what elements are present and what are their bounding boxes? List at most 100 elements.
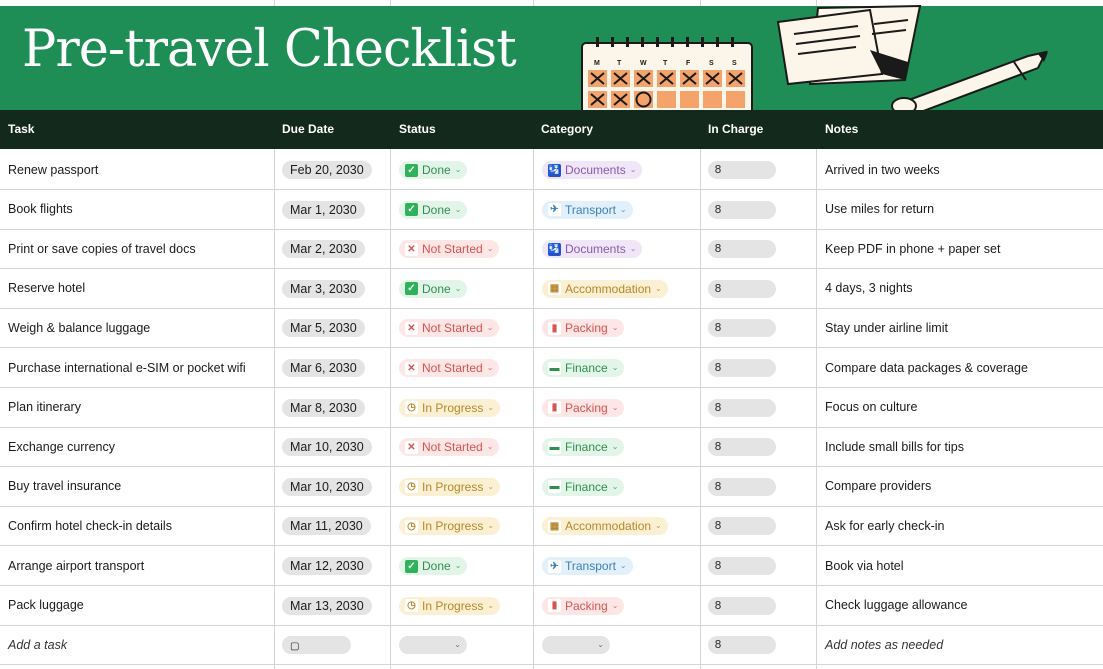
person-chip[interactable]: 8 bbox=[708, 279, 776, 298]
status-chip[interactable]: ✓ Done ⌄ bbox=[399, 161, 468, 179]
column-header-task[interactable]: Task bbox=[8, 110, 34, 149]
person-chip[interactable]: 8 bbox=[708, 438, 776, 457]
credit-card-icon: ▬ bbox=[548, 361, 561, 375]
table-row: Buy travel insurance Mar 10, 2030 ◷ In Prog… bbox=[0, 467, 1103, 507]
due-date-pill[interactable]: Mar 10, 2030 bbox=[282, 477, 372, 496]
due-date-pill[interactable]: Mar 10, 2030 bbox=[282, 438, 372, 457]
task-notes[interactable]: Compare providers bbox=[825, 467, 931, 506]
task-notes[interactable]: Use miles for return bbox=[825, 190, 934, 229]
chevron-down-icon: ⌄ bbox=[611, 323, 619, 333]
chevron-down-icon: ⌄ bbox=[487, 402, 495, 412]
person-chip[interactable]: 8 bbox=[708, 398, 776, 417]
status-dropdown-empty[interactable]: ⌄ bbox=[399, 636, 467, 654]
status-chip[interactable]: ◷ In Progress ⌄ bbox=[399, 398, 501, 417]
status-chip[interactable]: ✓ Done ⌄ bbox=[399, 279, 468, 298]
status-chip[interactable]: ✕ Not Started ⌄ bbox=[399, 359, 500, 377]
due-date-pill[interactable]: Mar 1, 2030 bbox=[282, 200, 365, 219]
task-name[interactable]: Purchase international e-SIM or pocket w… bbox=[8, 348, 246, 387]
person-chip[interactable]: 8 bbox=[708, 200, 776, 219]
add-task-input[interactable]: Add a task bbox=[8, 625, 67, 664]
task-name[interactable]: Print or save copies of travel docs bbox=[8, 229, 196, 268]
table-row: Confirm hotel check-in details Mar 11, 20… bbox=[0, 506, 1103, 547]
task-name[interactable]: Weigh & balance luggage bbox=[8, 308, 150, 347]
calendar-day-cell bbox=[726, 70, 745, 87]
check-icon: ✓ bbox=[405, 163, 418, 177]
task-notes[interactable]: Book via hotel bbox=[825, 546, 904, 585]
column-header-category[interactable]: Category bbox=[541, 110, 593, 149]
person-icon: 8 bbox=[714, 440, 722, 454]
person-chip[interactable]: 8 bbox=[708, 240, 776, 259]
due-date-pill[interactable]: Feb 20, 2030 bbox=[282, 161, 372, 179]
chevron-down-icon: ⌄ bbox=[454, 283, 462, 293]
due-date-pill[interactable]: Mar 13, 2030 bbox=[282, 596, 372, 615]
status-chip[interactable]: ✓ Done ⌄ bbox=[399, 200, 468, 219]
calendar-illustration: MTWTFSS bbox=[581, 37, 753, 110]
person-chip[interactable]: 8 bbox=[708, 596, 776, 615]
task-notes[interactable]: 4 days, 3 nights bbox=[825, 269, 913, 308]
status-label: In Progress bbox=[422, 479, 484, 494]
due-date-picker-empty[interactable]: ▢ bbox=[282, 636, 351, 654]
add-notes-input[interactable]: Add notes as needed bbox=[825, 625, 943, 664]
category-chip[interactable]: ▮ Packing ⌄ bbox=[542, 319, 625, 338]
task-notes[interactable]: Stay under airline limit bbox=[825, 308, 948, 347]
calendar-day-letter: S bbox=[709, 60, 714, 67]
column-header-notes[interactable]: Notes bbox=[825, 110, 858, 149]
category-chip[interactable]: 🛂 Documents ⌄ bbox=[542, 161, 643, 179]
task-name[interactable]: Reserve hotel bbox=[8, 269, 85, 308]
status-chip[interactable]: ✓ Done ⌄ bbox=[399, 557, 468, 575]
category-chip[interactable]: ▬ Finance ⌄ bbox=[542, 438, 625, 457]
person-chip[interactable]: 8 bbox=[708, 477, 776, 496]
task-name[interactable]: Buy travel insurance bbox=[8, 467, 121, 506]
task-notes[interactable]: Check luggage allowance bbox=[825, 586, 967, 625]
task-name[interactable]: Book flights bbox=[8, 190, 73, 229]
calendar-day-letter: F bbox=[686, 60, 691, 67]
person-chip[interactable]: 8 bbox=[708, 557, 776, 575]
due-date-pill[interactable]: Mar 2, 2030 bbox=[282, 240, 365, 259]
category-chip[interactable]: ▬ Finance ⌄ bbox=[542, 477, 625, 496]
task-name[interactable]: Plan itinerary bbox=[8, 388, 81, 427]
due-date-pill[interactable]: Mar 8, 2030 bbox=[282, 398, 365, 417]
due-date-pill[interactable]: Mar 5, 2030 bbox=[282, 319, 365, 338]
column-header-status[interactable]: Status bbox=[399, 110, 436, 149]
status-chip[interactable]: ◷ In Progress ⌄ bbox=[399, 596, 501, 615]
category-chip[interactable]: ✈ Transport ⌄ bbox=[542, 557, 633, 575]
calendar-day-letter: T bbox=[663, 60, 668, 67]
person-chip[interactable]: 8 bbox=[708, 161, 776, 179]
category-chip[interactable]: ▦ Accommodation ⌄ bbox=[542, 279, 668, 298]
task-notes[interactable]: Compare data packages & coverage bbox=[825, 348, 1028, 387]
category-label: Documents bbox=[565, 242, 626, 257]
task-name[interactable]: Renew passport bbox=[8, 150, 98, 189]
person-chip[interactable]: 8 bbox=[708, 319, 776, 338]
status-chip[interactable]: ✕ Not Started ⌄ bbox=[399, 319, 500, 338]
category-chip[interactable]: ▬ Finance ⌄ bbox=[542, 359, 625, 377]
task-notes[interactable]: Ask for early check-in bbox=[825, 506, 944, 545]
task-name[interactable]: Pack luggage bbox=[8, 586, 84, 625]
due-date-pill[interactable]: Mar 3, 2030 bbox=[282, 279, 365, 298]
column-header-in-charge[interactable]: In Charge bbox=[708, 110, 763, 149]
category-chip[interactable]: ▮ Packing ⌄ bbox=[542, 596, 625, 615]
due-date-pill[interactable]: Mar 12, 2030 bbox=[282, 557, 372, 575]
column-header-due-date[interactable]: Due Date bbox=[282, 110, 334, 149]
category-chip[interactable]: ✈ Transport ⌄ bbox=[542, 200, 633, 219]
task-name[interactable]: Exchange currency bbox=[8, 427, 115, 466]
person-chip-empty[interactable]: 8 bbox=[708, 636, 776, 654]
header-banner: Pre-travel Checklist M T W T F S S bbox=[0, 0, 1103, 110]
task-name[interactable]: Confirm hotel check-in details bbox=[8, 506, 172, 545]
due-date-pill[interactable]: Mar 11, 2030 bbox=[282, 517, 371, 536]
person-chip[interactable]: 8 bbox=[708, 517, 776, 536]
status-chip[interactable]: ✕ Not Started ⌄ bbox=[399, 438, 500, 457]
category-chip[interactable]: ▦ Accommodation ⌄ bbox=[542, 517, 668, 536]
status-chip[interactable]: ✕ Not Started ⌄ bbox=[399, 240, 500, 259]
category-chip[interactable]: ▮ Packing ⌄ bbox=[542, 398, 625, 417]
category-dropdown-empty[interactable]: ⌄ bbox=[542, 636, 610, 654]
task-notes[interactable]: Include small bills for tips bbox=[825, 427, 964, 466]
status-chip[interactable]: ◷ In Progress ⌄ bbox=[399, 517, 501, 536]
status-chip[interactable]: ◷ In Progress ⌄ bbox=[399, 477, 501, 496]
task-notes[interactable]: Keep PDF in phone + paper set bbox=[825, 229, 1000, 268]
task-name[interactable]: Arrange airport transport bbox=[8, 546, 144, 585]
person-chip[interactable]: 8 bbox=[708, 359, 776, 377]
task-notes[interactable]: Arrived in two weeks bbox=[825, 150, 940, 189]
due-date-pill[interactable]: Mar 6, 2030 bbox=[282, 359, 365, 377]
task-notes[interactable]: Focus on culture bbox=[825, 388, 917, 427]
category-chip[interactable]: 🛂 Documents ⌄ bbox=[542, 240, 643, 259]
